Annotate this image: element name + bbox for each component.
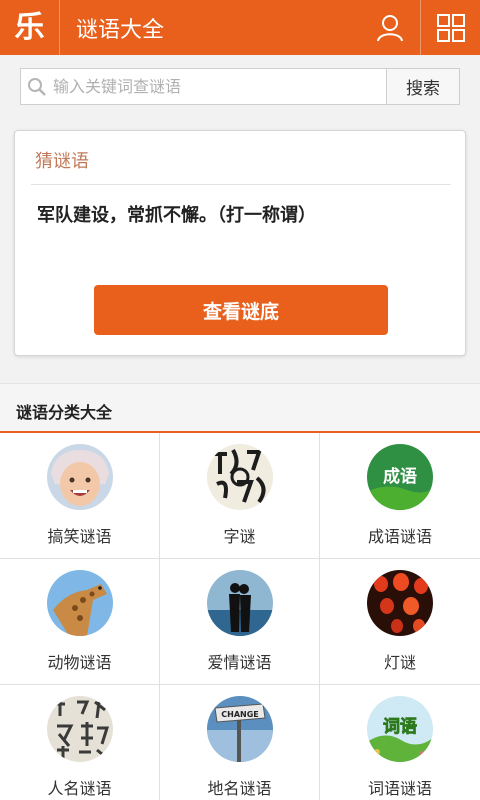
calligraphy-letters-photo bbox=[207, 444, 273, 510]
app-title: 谜语大全 bbox=[76, 17, 165, 43]
category-label: 爱情谜语 bbox=[207, 653, 272, 672]
app-logo[interactable]: 乐 bbox=[0, 0, 60, 55]
search-icon bbox=[21, 77, 53, 97]
category-item-person-name[interactable]: 人名谜语 bbox=[0, 685, 160, 800]
red-lanterns-photo bbox=[367, 570, 433, 636]
riddle-card: 猜谜语 军队建设，常抓不懈。（打一称谓） 查看谜底 bbox=[14, 130, 466, 356]
category-item-animal[interactable]: 动物谜语 bbox=[0, 559, 160, 685]
category-label: 字谜 bbox=[223, 527, 256, 546]
category-grid: 搞笑谜语 字谜 成语 成语谜语 动物谜语 爱情谜语 灯谜 人名谜语 CHANGE… bbox=[0, 433, 480, 800]
change-sign-photo: CHANGE bbox=[207, 696, 273, 762]
search-bar: 搜索 bbox=[0, 55, 480, 119]
category-label: 灯谜 bbox=[383, 653, 416, 672]
category-label: 搞笑谜语 bbox=[47, 527, 112, 546]
section-title: 谜语分类大全 bbox=[16, 403, 113, 422]
category-item-lantern[interactable]: 灯谜 bbox=[320, 559, 480, 685]
category-item-character[interactable]: 字谜 bbox=[160, 433, 320, 559]
search-input[interactable] bbox=[53, 77, 373, 96]
words-badge-landscape: 词语 bbox=[367, 696, 433, 762]
giraffe-photo bbox=[47, 570, 113, 636]
svg-text:词语: 词语 bbox=[383, 717, 417, 737]
category-label: 人名谜语 bbox=[47, 779, 112, 798]
idiom-badge-green: 成语 bbox=[367, 444, 433, 510]
category-item-idiom[interactable]: 成语 成语谜语 bbox=[320, 433, 480, 559]
svg-text:CHANGE: CHANGE bbox=[221, 710, 258, 719]
riddle-text: 军队建设，常抓不懈。（打一称谓） bbox=[37, 205, 316, 226]
grid-icon bbox=[436, 13, 465, 42]
menu-grid-button[interactable] bbox=[420, 0, 480, 55]
card-title: 猜谜语 bbox=[35, 151, 89, 172]
category-label: 词语谜语 bbox=[367, 779, 432, 798]
category-label: 地名谜语 bbox=[207, 779, 272, 798]
category-item-word[interactable]: 词语 词语谜语 bbox=[320, 685, 480, 800]
category-label: 动物谜语 bbox=[47, 653, 112, 672]
category-item-place-name[interactable]: CHANGE 地名谜语 bbox=[160, 685, 320, 800]
category-section-header: 谜语分类大全 bbox=[0, 383, 480, 433]
category-item-love[interactable]: 爱情谜语 bbox=[160, 559, 320, 685]
category-item-funny[interactable]: 搞笑谜语 bbox=[0, 433, 160, 559]
couple-silhouette-photo bbox=[207, 570, 273, 636]
logo-text: 乐 bbox=[14, 9, 45, 45]
user-icon bbox=[377, 14, 403, 41]
user-button[interactable] bbox=[360, 0, 420, 55]
search-field[interactable] bbox=[20, 68, 387, 105]
app-header: 乐 谜语大全 bbox=[0, 0, 480, 55]
chinese-characters-photo bbox=[47, 696, 113, 762]
smiling-child-photo bbox=[47, 444, 113, 510]
svg-text:成语: 成语 bbox=[383, 466, 417, 487]
search-button[interactable]: 搜索 bbox=[386, 68, 460, 105]
category-label: 成语谜语 bbox=[367, 527, 432, 546]
divider bbox=[31, 184, 451, 185]
reveal-answer-button[interactable]: 查看谜底 bbox=[94, 285, 388, 335]
